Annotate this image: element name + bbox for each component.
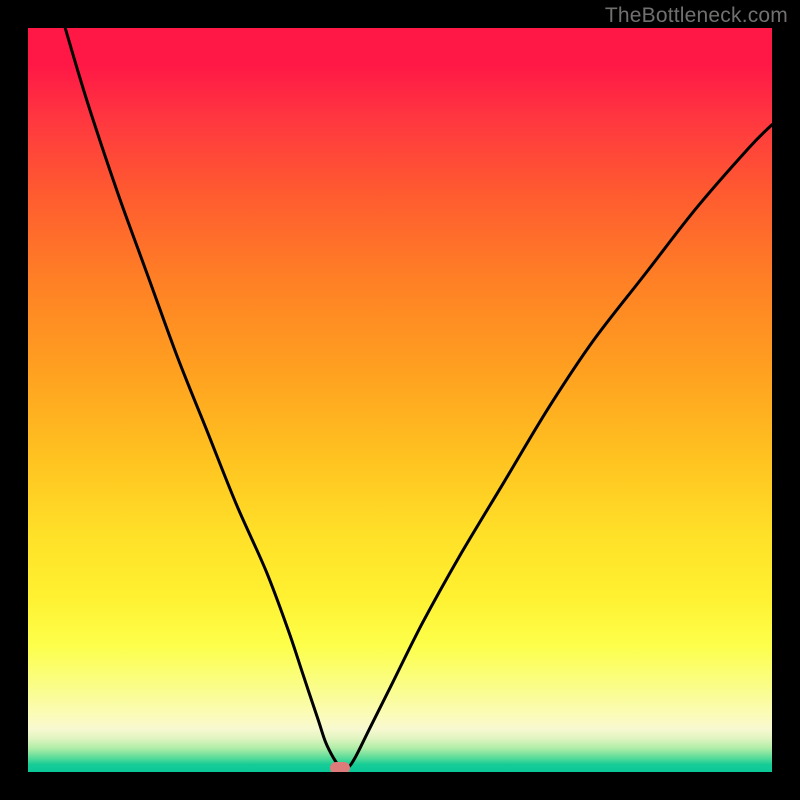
outer-frame: TheBottleneck.com [0, 0, 800, 800]
watermark-text: TheBottleneck.com [605, 4, 788, 28]
bottleneck-curve [28, 28, 772, 772]
optimum-marker [330, 762, 350, 772]
plot-area [28, 28, 772, 772]
